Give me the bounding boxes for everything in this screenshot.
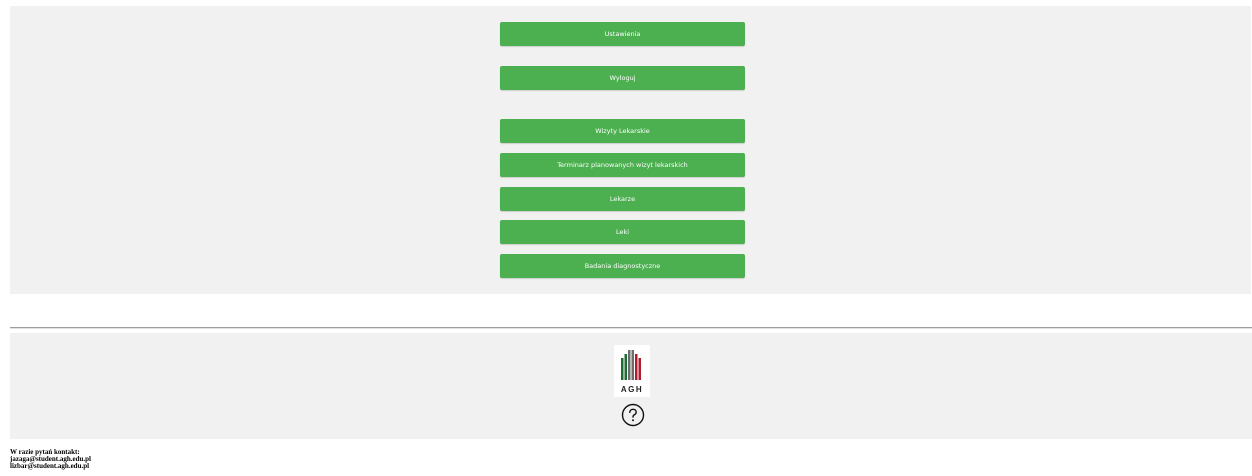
menu-panel [10, 6, 1251, 294]
contact-email[interactable]: lizbar@student.agh.edu.pl [10, 463, 91, 470]
agh-logo-text: AGH [621, 385, 643, 394]
agh-logo: AGH [614, 345, 650, 397]
medical-visits-button[interactable]: Wizyty Lekarskie [500, 119, 745, 143]
diagnostic-tests-button[interactable]: Badania diagnostyczne [500, 254, 745, 278]
settings-button[interactable]: Ustawienia [500, 22, 745, 46]
doctors-button[interactable]: Lekarze [500, 187, 745, 211]
footer-divider [10, 327, 1252, 329]
medicines-button[interactable]: Leki [500, 220, 745, 244]
visit-schedule-button[interactable]: Terminarz planowanych wizyt lekarskich [500, 153, 745, 177]
contact-info: W razie pytań kontakt: jazaga@student.ag… [10, 449, 91, 470]
question-circle-icon[interactable] [621, 403, 645, 427]
logout-button[interactable]: Wyloguj [500, 66, 745, 90]
